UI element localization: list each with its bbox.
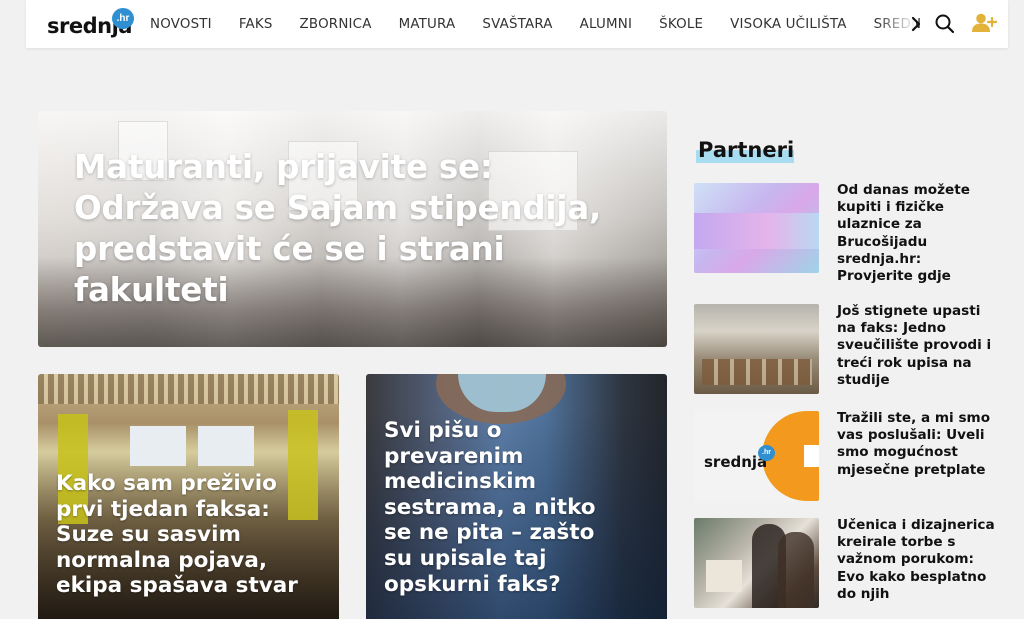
article-card-title[interactable]: Svi pišu o prevarenim medicinskim sestra… (384, 418, 624, 597)
card-image-detail (130, 426, 186, 466)
nav-item-alumni[interactable]: ALUMNI (566, 17, 645, 32)
hero-title[interactable]: Maturanti, prijavite se: Održava se Saja… (74, 147, 614, 311)
section-heading-partneri: Partneri (698, 138, 795, 162)
sidebar-article-title[interactable]: Tražili ste, a mi smo vas poslušali: Uve… (837, 410, 995, 479)
chevron-right-icon[interactable] (908, 14, 924, 34)
hero-article[interactable]: Maturanti, prijavite se: Održava se Saja… (38, 111, 667, 347)
sidebar-article[interactable]: Učenica i dizajnerica kreirale torbe s v… (694, 517, 995, 610)
sidebar-article-thumbnail[interactable]: srednja .hr (694, 411, 819, 501)
site-logo[interactable]: srednja .hr (26, 0, 144, 48)
card-image-detail (38, 374, 339, 404)
main-menu: NOVOSTI FAKS ZBORNICA MATURA SVAŠTARA AL… (144, 0, 920, 48)
search-icon[interactable] (934, 13, 956, 35)
card-image-detail (198, 426, 254, 466)
sidebar-article-title[interactable]: Još stignete upasti na faks: Jedno sveuč… (837, 303, 995, 389)
article-card-title[interactable]: Kako sam preživio prvi tjedan faksa: Suz… (56, 471, 318, 599)
logo-badge: .hr (112, 8, 134, 29)
sidebar-article[interactable]: Od danas možete kupiti i fizičke ulaznic… (694, 182, 994, 284)
top-navigation-bar: srednja .hr NOVOSTI FAKS ZBORNICA MATURA… (26, 0, 1008, 48)
thumbnail-logo-badge: .hr (758, 445, 775, 461)
nav-item-novosti[interactable]: NOVOSTI (144, 17, 225, 32)
sidebar-article-title[interactable]: Učenica i dizajnerica kreirale torbe s v… (837, 517, 995, 603)
nav-item-faks[interactable]: FAKS (225, 17, 286, 32)
user-add-icon[interactable] (971, 12, 998, 34)
nav-item-svastara[interactable]: SVAŠTARA (469, 17, 566, 32)
sidebar-article[interactable]: Još stignete upasti na faks: Jedno sveuč… (694, 303, 995, 396)
sidebar-article-thumbnail[interactable] (694, 304, 819, 394)
nav-item-matura[interactable]: MATURA (385, 17, 469, 32)
nav-item-skole[interactable]: ŠKOLE (646, 17, 717, 32)
sidebar-article-thumbnail[interactable] (694, 183, 819, 273)
sidebar-article-title[interactable]: Od danas možete kupiti i fizičke ulaznic… (837, 182, 995, 285)
article-card[interactable]: Kako sam preživio prvi tjedan faksa: Suz… (38, 374, 339, 619)
sidebar-article[interactable]: srednja .hr Tražili ste, a mi smo vas po… (694, 410, 995, 503)
nav-item-zbornica[interactable]: ZBORNICA (286, 17, 385, 32)
nav-item-visoka-ucilista[interactable]: VISOKA UČILIŠTA (717, 17, 860, 32)
sidebar-article-thumbnail[interactable] (694, 518, 819, 608)
article-card[interactable]: Svi pišu o prevarenim medicinskim sestra… (366, 374, 667, 619)
